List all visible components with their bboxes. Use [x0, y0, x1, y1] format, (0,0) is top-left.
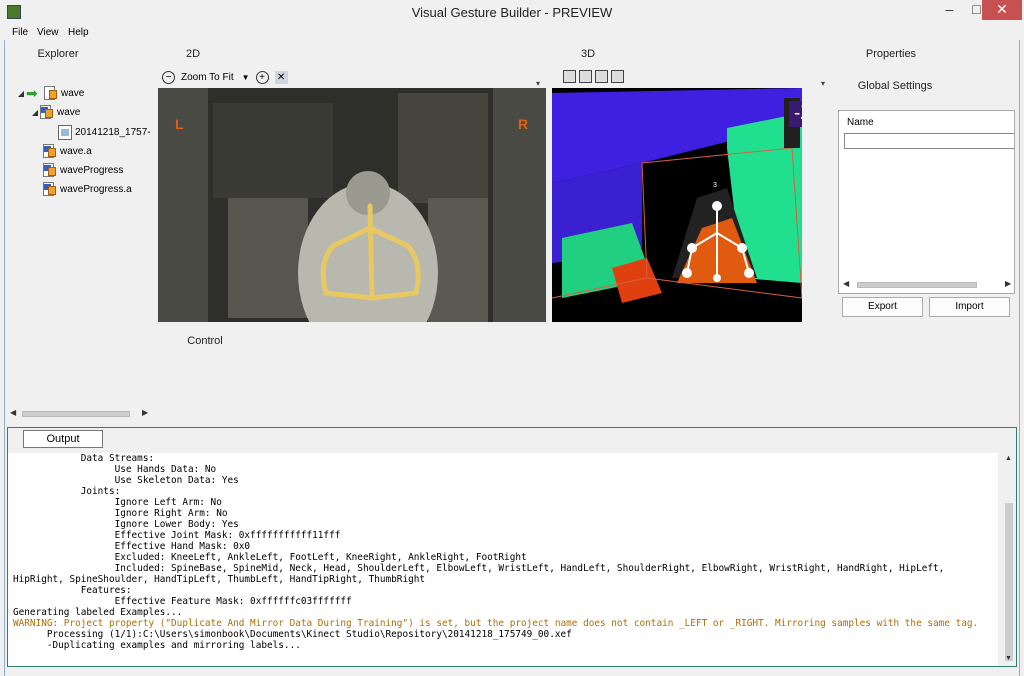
output-line: Effective Joint Mask: 0xfffffffffff11fff: [13, 530, 341, 541]
axis-indicator: -Z: [789, 101, 802, 127]
explorer-tree: ◢ ➡ wave ◢ wave 20141218_1757- wave.a wa…: [8, 62, 151, 422]
output-line: Generating labeled Examples...: [13, 607, 183, 618]
scroll-thumb[interactable]: [22, 411, 130, 417]
close-button[interactable]: ✕: [982, 0, 1022, 20]
output-line: Data Streams:: [13, 453, 155, 464]
depth-view-3d[interactable]: -Z 3: [552, 88, 802, 322]
gesture-icon: [43, 181, 57, 197]
pin-icon[interactable]: ▾: [821, 79, 825, 88]
tab-properties[interactable]: Properties: [853, 48, 929, 60]
property-row[interactable]: [844, 133, 1014, 149]
view3d-toolbar: [563, 70, 627, 83]
title-bar: Visual Gesture Builder - PREVIEW – □ ✕: [0, 0, 1024, 26]
scroll-up-icon[interactable]: ▲: [1005, 455, 1012, 462]
scroll-right-icon[interactable]: ▶: [1005, 279, 1011, 288]
output-warning-line: WARNING: Project property ("Duplicate An…: [13, 618, 979, 629]
scroll-left-icon[interactable]: ◀: [10, 408, 16, 417]
gesture-icon: [43, 162, 57, 178]
scroll-thumb[interactable]: [1005, 503, 1013, 661]
output-line: Effective Hand Mask: 0x0: [13, 541, 251, 552]
import-button[interactable]: Import: [929, 297, 1010, 317]
tab-global-settings[interactable]: Global Settings: [847, 80, 943, 98]
output-line: Ignore Lower Body: Yes: [13, 519, 239, 530]
tab-output[interactable]: Output: [23, 430, 103, 448]
tree-item-gesture[interactable]: waveProgress.a: [43, 180, 132, 198]
tree-item-gesture[interactable]: wave.a: [43, 142, 92, 160]
scroll-right-icon[interactable]: ▶: [142, 408, 148, 417]
view2d-toolbar: − Zoom To Fit ▼ + ✕: [162, 68, 288, 86]
window-title: Visual Gesture Builder - PREVIEW: [411, 5, 613, 20]
export-button[interactable]: Export: [842, 297, 923, 317]
tree-item-project[interactable]: ◢ ➡ wave: [16, 84, 84, 102]
output-vscroll[interactable]: ▲ ▼: [1002, 453, 1016, 666]
tab-explorer[interactable]: Explorer: [28, 48, 88, 60]
tree-item-label: waveProgress.a: [60, 183, 132, 195]
properties-hscroll[interactable]: ◀ ▶: [839, 279, 1014, 293]
scroll-left-icon[interactable]: ◀: [843, 279, 849, 288]
output-line: Effective Feature Mask: 0xffffffc03fffff…: [13, 596, 352, 607]
zoom-in-icon[interactable]: +: [255, 70, 269, 84]
color-view-2d[interactable]: L R: [158, 88, 546, 322]
top-view-icon[interactable]: [611, 70, 624, 83]
tree-item-label: wave: [61, 87, 85, 99]
menu-view[interactable]: View: [37, 27, 59, 38]
output-line: Ignore Right Arm: No: [13, 508, 228, 519]
output-line: Excluded: KneeLeft, AnkleLeft, FootLeft,…: [13, 552, 527, 563]
output-line: Included: SpineBase, SpineMid, Neck, Hea…: [13, 563, 945, 574]
front-view-icon[interactable]: [579, 70, 592, 83]
fit-icon[interactable]: ✕: [274, 70, 288, 84]
tree-item-label: wave: [57, 106, 81, 118]
left-marker: L: [175, 116, 184, 132]
tab-control[interactable]: Control: [178, 335, 232, 347]
home-view-icon[interactable]: [563, 70, 576, 83]
tree-item-label: wave.a: [60, 145, 92, 157]
tree-item-label: 20141218_1757-: [75, 126, 151, 138]
scroll-thumb[interactable]: [857, 282, 977, 288]
explorer-hscroll[interactable]: ◀ ▶: [10, 408, 150, 420]
clip-icon: [58, 124, 72, 140]
right-marker: R: [518, 116, 529, 132]
gesture-project-icon: [44, 85, 58, 101]
tree-item-label: waveProgress: [60, 164, 124, 176]
output-line: HipRight, SpineShoulder, HandTipLeft, Th…: [13, 574, 426, 585]
output-line: Ignore Left Arm: No: [13, 497, 222, 508]
properties-grid: Name ◀ ▶: [838, 110, 1015, 294]
column-header-name: Name: [847, 117, 874, 128]
expand-arrow-icon[interactable]: ◢: [16, 89, 26, 98]
output-line: Use Skeleton Data: Yes: [13, 475, 239, 486]
side-view-icon[interactable]: [595, 70, 608, 83]
point-cloud-image: [552, 88, 802, 322]
chevron-down-icon[interactable]: ▼: [242, 73, 250, 82]
scroll-down-icon[interactable]: ▼: [1005, 655, 1012, 662]
tab-3d[interactable]: 3D: [573, 48, 603, 60]
output-log[interactable]: Data Streams: Use Hands Data: No Use Ske…: [8, 453, 998, 666]
active-arrow-icon: ➡: [26, 85, 38, 101]
color-frame-image: [158, 88, 546, 322]
output-line: Use Hands Data: No: [13, 464, 217, 475]
axis-tick: 3: [713, 182, 717, 189]
zoom-out-icon[interactable]: −: [162, 70, 175, 84]
pin-icon[interactable]: ▾: [536, 79, 540, 88]
output-line: Features:: [13, 585, 132, 596]
gesture-icon: [43, 143, 57, 159]
gesture-icon: [40, 104, 54, 120]
menu-help[interactable]: Help: [68, 27, 89, 38]
zoom-select[interactable]: Zoom To Fit: [181, 72, 234, 83]
tree-item-clip[interactable]: 20141218_1757-: [58, 123, 151, 141]
tree-item-gesture[interactable]: waveProgress: [43, 161, 123, 179]
output-panel: Output Data Streams: Use Hands Data: No …: [7, 427, 1017, 667]
menu-bar: File View Help: [0, 26, 1024, 40]
minimize-button[interactable]: –: [936, 0, 963, 20]
tree-item-gesture[interactable]: ◢ wave: [30, 103, 80, 121]
expand-arrow-icon[interactable]: ◢: [30, 108, 40, 117]
tab-2d[interactable]: 2D: [178, 48, 208, 60]
output-line: Processing (1/1):C:\Users\simonbook\Docu…: [13, 629, 572, 640]
output-line: Joints:: [13, 486, 121, 497]
menu-file[interactable]: File: [12, 27, 28, 38]
output-line: -Duplicating examples and mirroring labe…: [13, 640, 301, 651]
